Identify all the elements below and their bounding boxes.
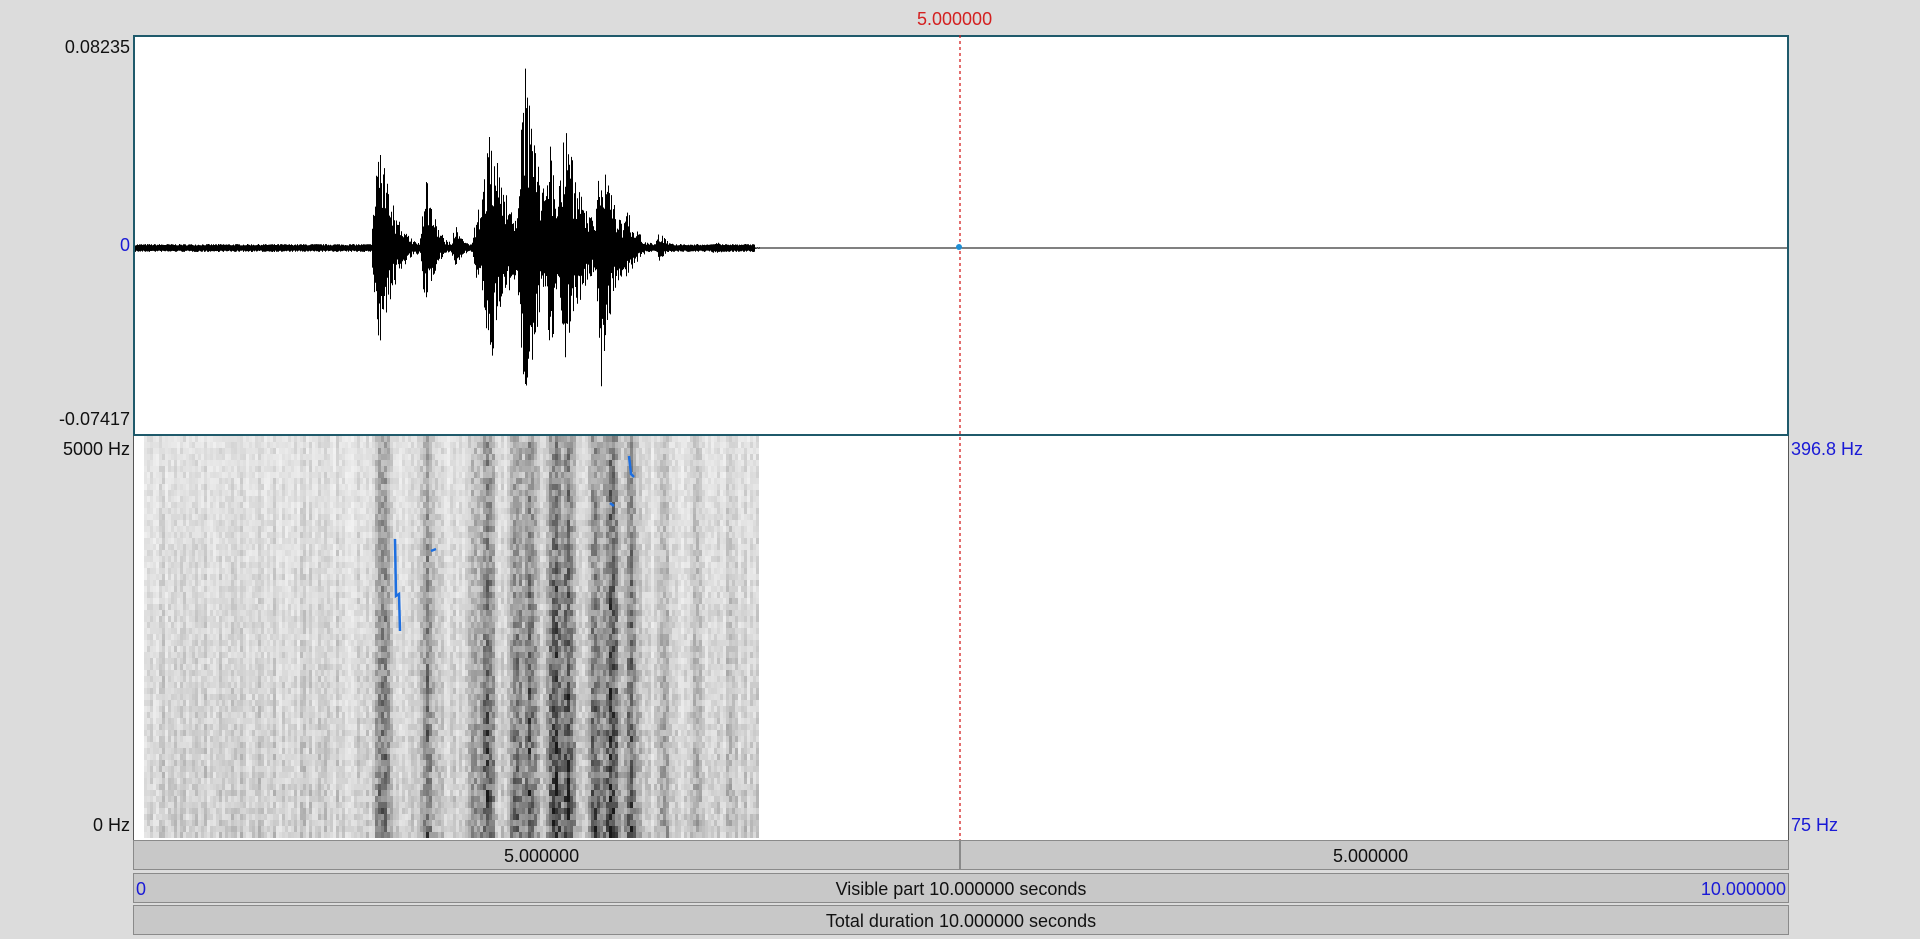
waveform-panel[interactable] [133, 35, 1789, 436]
total-duration-label: Total duration 10.000000 seconds [825, 911, 1097, 931]
total-duration-bar[interactable]: Total duration 10.000000 seconds [133, 905, 1789, 935]
visible-part-bar[interactable]: 0 Visible part 10.000000 seconds 10.0000… [133, 873, 1789, 903]
segment-bar-right[interactable]: 5.000000 [960, 840, 1789, 870]
visible-part-label: Visible part 10.000000 seconds [835, 879, 1087, 899]
spectrogram-freq-top-label: 5000 Hz [62, 439, 130, 459]
waveform-signal [135, 68, 760, 387]
waveform-min-label: -0.07417 [58, 409, 130, 429]
segment-left-label: 5.000000 [504, 846, 580, 866]
waveform-max-label: 0.08235 [64, 37, 130, 57]
waveform-zero-label: 0 [119, 235, 130, 255]
visible-end-label: 10.000000 [1700, 879, 1786, 899]
spectrogram-plot [144, 436, 759, 838]
segment-right-label: 5.000000 [1333, 846, 1409, 866]
cursor-time-label: 5.000000 [917, 9, 993, 29]
spectrogram-panel[interactable] [133, 436, 1789, 840]
segment-bar-left[interactable]: 5.000000 [133, 840, 960, 870]
spectrogram-image [144, 436, 759, 838]
spectrogram-freq-bottom-label: 0 Hz [92, 815, 130, 835]
pitch-bottom-label: 75 Hz [1791, 815, 1839, 835]
pitch-top-label: 396.8 Hz [1791, 439, 1864, 459]
waveform-plot [135, 68, 1787, 387]
